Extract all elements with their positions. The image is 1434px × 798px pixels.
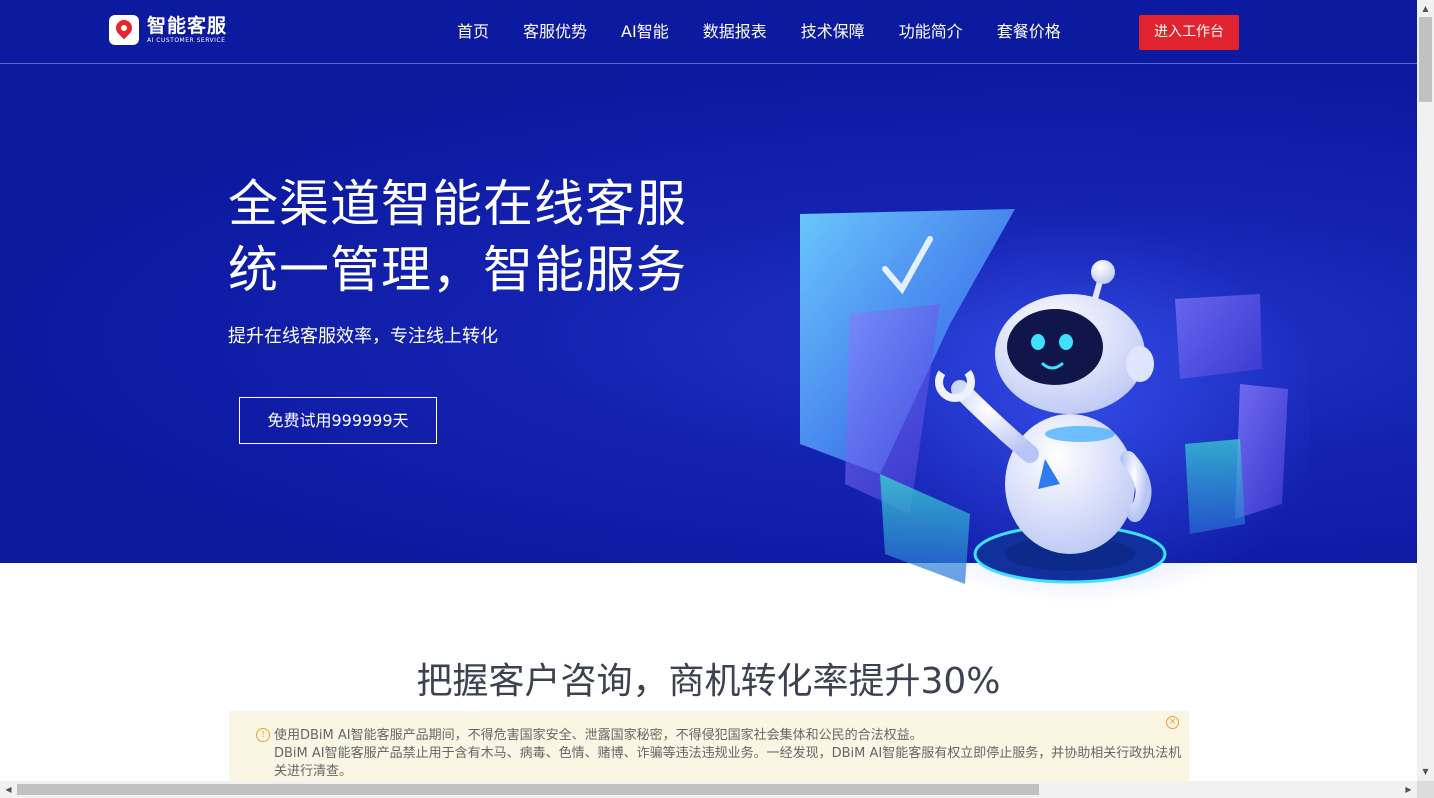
hero-subtitle: 提升在线客服效率，专注线上转化 [228,326,498,347]
main-nav: 首页 客服优势 AI智能 数据报表 技术保障 功能简介 套餐价格 [440,0,1078,63]
nav-advantages[interactable]: 客服优势 [506,0,604,63]
scroll-down-icon[interactable]: ▼ [1421,767,1430,776]
notice-line1: 使用DBiM AI智能客服产品期间，不得危害国家安全、泄露国家秘密，不得侵犯国家… [274,728,923,743]
hero-title-line2: 统一管理，智能服务 [228,241,687,299]
warning-icon: ! [256,728,270,742]
enter-workbench-button[interactable]: 进入工作台 [1139,15,1239,50]
vertical-scroll-thumb[interactable] [1419,17,1432,102]
horizontal-scroll-thumb[interactable] [17,784,1039,795]
logo[interactable]: 智能客服 AI CUSTOMER SERVICE [109,14,227,46]
free-trial-button[interactable]: 免费试用999999天 [239,397,437,444]
vertical-scrollbar[interactable]: ▲ ▼ [1417,0,1434,781]
nav-pricing[interactable]: 套餐价格 [980,0,1078,63]
logo-name: 智能客服 [147,14,228,37]
nav-features[interactable]: 功能简介 [882,0,980,63]
scroll-left-icon[interactable]: ◀ [4,784,13,795]
scroll-right-icon[interactable]: ▶ [1404,784,1413,795]
hero-title: 全渠道智能在线客服 统一管理，智能服务 [228,171,687,303]
scroll-up-icon[interactable]: ▲ [1421,4,1430,13]
nav-reports[interactable]: 数据报表 [686,0,784,63]
logo-pin-icon [109,15,139,45]
nav-ai[interactable]: AI智能 [604,0,686,63]
scrollbar-corner [1417,781,1434,798]
page: 智能客服 AI CUSTOMER SERVICE 首页 客服优势 AI智能 数据… [0,0,1417,781]
robot-illustration [800,209,1310,604]
nav-tech[interactable]: 技术保障 [784,0,882,63]
compliance-notice: ! 使用DBiM AI智能客服产品期间，不得危害国家安全、泄露国家秘密，不得侵犯… [229,711,1189,781]
nav-home[interactable]: 首页 [440,0,506,63]
top-header: 智能客服 AI CUSTOMER SERVICE 首页 客服优势 AI智能 数据… [0,0,1417,64]
close-icon[interactable]: × [1166,716,1179,729]
section-title: 把握客户咨询，商机转化率提升30% [416,661,1001,702]
notice-line2: DBiM AI智能客服产品禁止用于含有木马、病毒、色情、赌博、诈骗等违法违规业务… [274,746,1182,779]
logo-tagline: AI CUSTOMER SERVICE [147,36,226,44]
hero-title-line1: 全渠道智能在线客服 [228,175,687,233]
horizontal-scrollbar[interactable]: ◀ ▶ [0,781,1417,798]
hero-banner: 全渠道智能在线客服 统一管理，智能服务 提升在线客服效率，专注线上转化 免费试用… [0,64,1417,604]
